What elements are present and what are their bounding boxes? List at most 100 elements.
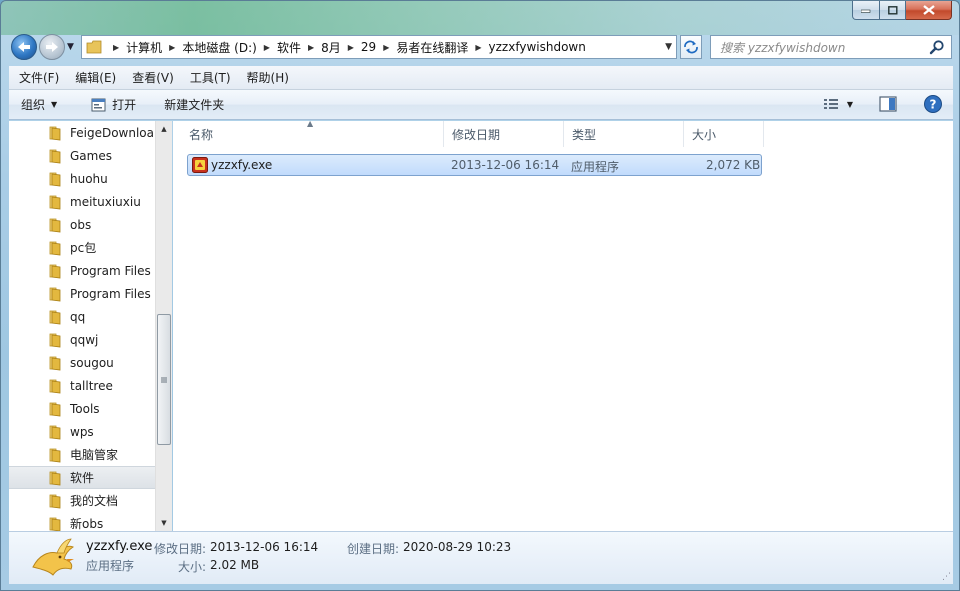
address-bar[interactable]: ▶ 计算机 ▶ 本地磁盘 (D:) ▶ 软件 ▶ 8月 ▶ 29 ▶ 易者在线翻… xyxy=(81,35,677,59)
navigation-scrollbar[interactable]: ▲ ▼ xyxy=(155,121,172,531)
tree-item[interactable]: sougou xyxy=(9,351,155,374)
breadcrumb-separator[interactable]: ▶ xyxy=(113,43,119,52)
change-view-button[interactable]: ▼ xyxy=(823,97,853,111)
tree-item[interactable]: pc包 xyxy=(9,236,155,259)
folder-icon xyxy=(49,195,61,209)
file-row-selected[interactable]: yzzxfy.exe 2013-12-06 16:14 应用程序 2,072 K… xyxy=(187,154,762,176)
folder-icon xyxy=(49,172,61,186)
tree-item[interactable]: huohu xyxy=(9,167,155,190)
maximize-button[interactable] xyxy=(880,1,906,20)
recent-pages-dropdown[interactable]: ▼ xyxy=(67,42,74,52)
breadcrumb-computer[interactable]: 计算机 xyxy=(126,39,162,56)
details-created-label: 创建日期: xyxy=(347,542,400,556)
bird-app-icon xyxy=(32,538,74,576)
forward-button[interactable] xyxy=(39,34,65,60)
folder-icon xyxy=(49,333,61,347)
tree-item-label: wps xyxy=(70,424,94,439)
new-folder-label: 新建文件夹 xyxy=(164,98,225,112)
organize-label: 组织 xyxy=(21,98,46,112)
tree-item[interactable]: meituxiuxiu xyxy=(9,190,155,213)
chevron-down-icon[interactable]: ▼ xyxy=(847,100,853,109)
menu-file[interactable]: 文件(F) xyxy=(13,69,65,86)
search-box[interactable]: 搜索 yzzxfywishdown xyxy=(710,35,952,59)
file-size: 2,072 KB xyxy=(706,158,761,172)
tree-item[interactable]: wps xyxy=(9,420,155,443)
navigation-pane: FeigeDownloa Games huohu meituxiuxiu obs pc包 P… xyxy=(9,121,155,531)
minimize-button[interactable] xyxy=(852,1,880,20)
menu-view[interactable]: 查看(V) xyxy=(126,69,180,86)
folder-icon xyxy=(49,425,61,439)
refresh-button[interactable] xyxy=(680,35,702,59)
breadcrumb-drive-d[interactable]: 本地磁盘 (D:) xyxy=(182,39,256,56)
breadcrumb-august[interactable]: 8月 xyxy=(321,39,341,56)
folder-icon xyxy=(49,356,61,370)
breadcrumb-separator[interactable]: ▶ xyxy=(383,43,389,52)
tree-item[interactable]: qq xyxy=(9,305,155,328)
new-folder-button[interactable]: 新建文件夹 xyxy=(156,94,232,116)
column-header-name[interactable]: 名称 ▲ xyxy=(173,119,444,147)
file-name: yzzxfy.exe xyxy=(211,158,273,172)
caption-buttons xyxy=(852,1,952,20)
details-created-value: 2020-08-29 10:23 xyxy=(403,540,512,554)
search-icon[interactable] xyxy=(929,39,945,55)
search-input[interactable]: 搜索 yzzxfywishdown xyxy=(720,39,929,56)
back-button[interactable] xyxy=(11,34,37,60)
arrow-left-icon xyxy=(18,42,30,52)
open-button[interactable]: 打开 xyxy=(83,94,144,116)
tree-item-label: Tools xyxy=(70,401,100,416)
column-header-type[interactable]: 类型 xyxy=(564,121,684,147)
menu-help[interactable]: 帮助(H) xyxy=(241,69,295,86)
breadcrumb-separator[interactable]: ▶ xyxy=(264,43,270,52)
scroll-up-button[interactable]: ▲ xyxy=(156,121,172,137)
menu-edit[interactable]: 编辑(E) xyxy=(69,69,122,86)
breadcrumb-current-folder[interactable]: yzzxfywishdown xyxy=(489,40,586,54)
refresh-icon xyxy=(684,40,698,54)
tree-item[interactable]: Program Files xyxy=(9,259,155,282)
column-modified-label: 修改日期 xyxy=(452,127,501,142)
help-icon[interactable]: ? xyxy=(923,94,943,114)
folder-icon xyxy=(49,264,61,278)
grip-icon xyxy=(161,377,167,382)
tree-item-label: 软件 xyxy=(70,471,95,485)
close-button[interactable] xyxy=(906,1,952,20)
tree-item[interactable]: talltree xyxy=(9,374,155,397)
tree-item[interactable]: obs xyxy=(9,213,155,236)
tree-item[interactable]: Tools xyxy=(9,397,155,420)
tree-item-label: talltree xyxy=(70,378,113,393)
svg-text:?: ? xyxy=(930,98,937,112)
maximize-icon xyxy=(887,5,898,15)
tree-item-label: qq xyxy=(70,309,86,324)
breadcrumb-29[interactable]: 29 xyxy=(361,40,376,54)
column-header-modified[interactable]: 修改日期 xyxy=(444,121,564,147)
address-history-dropdown[interactable]: ▼ xyxy=(665,42,672,52)
breadcrumb-separator[interactable]: ▶ xyxy=(308,43,314,52)
tree-item-label: Program Files xyxy=(70,263,151,278)
breadcrumb-separator[interactable]: ▶ xyxy=(475,43,481,52)
column-header-size[interactable]: 大小 xyxy=(684,121,764,147)
folder-icon xyxy=(49,494,61,508)
close-icon xyxy=(922,5,935,15)
explorer-window: ▼ ▶ 计算机 ▶ 本地磁盘 (D:) ▶ 软件 ▶ 8月 ▶ 29 ▶ 易者在… xyxy=(0,0,960,591)
organize-button[interactable]: 组织 ▼ xyxy=(13,94,65,116)
tree-item[interactable]: 我的文档 xyxy=(9,489,155,512)
folder-icon xyxy=(49,471,61,485)
tree-item[interactable]: Games xyxy=(9,144,155,167)
tree-item[interactable]: 新obs xyxy=(9,512,155,531)
folder-icon xyxy=(49,218,61,232)
breadcrumb-translator[interactable]: 易者在线翻译 xyxy=(396,39,468,56)
tree-item[interactable]: 电脑管家 xyxy=(9,443,155,466)
breadcrumb-software[interactable]: 软件 xyxy=(277,39,301,56)
resize-grip[interactable]: ⋰ xyxy=(942,572,951,582)
column-type-label: 类型 xyxy=(572,127,597,142)
scroll-thumb[interactable] xyxy=(157,314,171,445)
breadcrumb-separator[interactable]: ▶ xyxy=(348,43,354,52)
breadcrumb-separator[interactable]: ▶ xyxy=(169,43,175,52)
tree-item[interactable]: qqwj xyxy=(9,328,155,351)
menu-tools[interactable]: 工具(T) xyxy=(184,69,237,86)
arrow-right-icon xyxy=(46,42,58,52)
tree-item[interactable]: FeigeDownloa xyxy=(9,121,155,144)
tree-item[interactable]: 软件 xyxy=(9,466,155,489)
tree-item[interactable]: Program Files xyxy=(9,282,155,305)
scroll-down-button[interactable]: ▼ xyxy=(156,515,172,531)
preview-pane-icon[interactable] xyxy=(879,96,897,112)
